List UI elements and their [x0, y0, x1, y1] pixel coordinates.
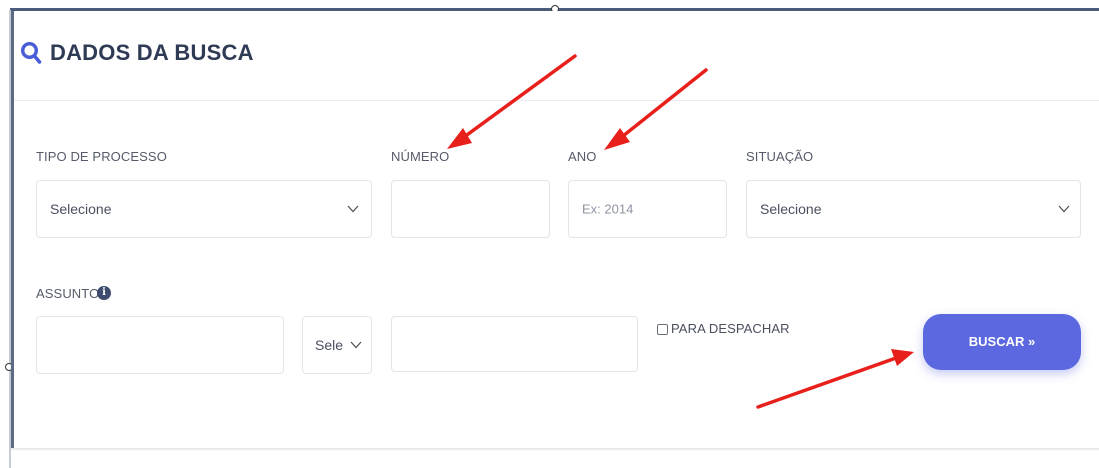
label-tipo-processo: TIPO DE PROCESSO [36, 149, 167, 164]
buscar-button[interactable]: BUSCAR » [923, 314, 1081, 370]
chevron-down-icon [350, 341, 362, 349]
ano-placeholder: Ex: 2014 [582, 201, 634, 217]
assunto-select[interactable]: Sele [302, 316, 372, 374]
ano-input[interactable]: Ex: 2014 [568, 180, 727, 238]
header-divider [14, 100, 1099, 101]
assunto-text-input[interactable] [391, 316, 638, 372]
assunto-select-value: Sele [315, 337, 344, 353]
situacao-value: Selecione [760, 201, 822, 217]
tipo-processo-value: Selecione [50, 201, 112, 217]
numero-input[interactable] [391, 180, 550, 238]
label-situacao: SITUAÇÃO [746, 149, 814, 164]
page-title: DADOS DA BUSCA [50, 40, 254, 65]
para-despachar-label: PARA DESPACHAR [671, 321, 790, 336]
para-despachar-checkbox[interactable] [657, 324, 668, 335]
tipo-processo-select[interactable]: Selecione [36, 180, 372, 238]
card-header: DADOS DA BUSCA [20, 40, 254, 66]
chevron-down-icon [1058, 205, 1070, 213]
assunto-code-input[interactable] [36, 316, 284, 374]
label-assunto: ASSUNTO [36, 286, 100, 301]
search-icon [20, 41, 42, 65]
label-numero: NÚMERO [391, 149, 450, 164]
situacao-select[interactable]: Selecione [746, 180, 1081, 238]
chevron-down-icon [347, 205, 359, 213]
card-bottom-border [11, 448, 1099, 449]
info-icon[interactable]: i [97, 286, 111, 300]
label-ano: ANO [568, 149, 597, 164]
